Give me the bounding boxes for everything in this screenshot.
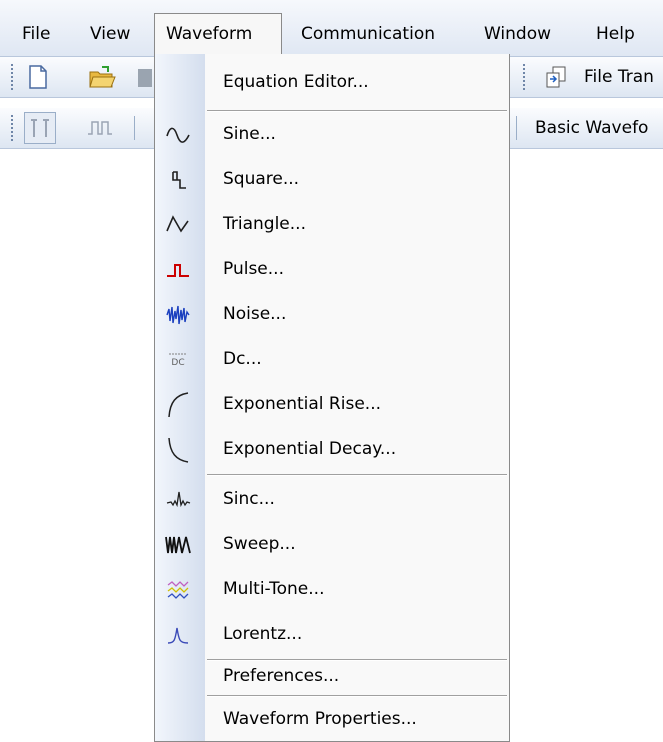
menu-item-multi-tone[interactable]: Multi-Tone... (155, 567, 509, 612)
exponential-decay-icon (159, 431, 197, 469)
menu-item-label: Square... (223, 169, 300, 189)
open-folder-button[interactable] (86, 61, 118, 93)
menu-item-label: Pulse... (223, 259, 284, 279)
sinc-icon (159, 481, 197, 519)
sweep-icon (159, 526, 197, 564)
menu-item-pulse[interactable]: Pulse... (155, 247, 509, 292)
open-folder-icon (89, 66, 116, 88)
new-document-button[interactable] (22, 61, 54, 93)
menu-item-exponential-rise[interactable]: Exponential Rise... (155, 382, 509, 427)
triangle-wave-icon (159, 206, 197, 244)
pulse-train-icon (88, 121, 112, 135)
menu-bar: File View Waveform Communication Window … (0, 0, 663, 57)
menu-item-label: Preferences... (223, 666, 340, 686)
waveform-menu: Equation Editor... Sine... Square... Tri… (154, 54, 510, 742)
menu-item-label: Sweep... (223, 534, 296, 554)
menu-item-label: Exponential Decay... (223, 439, 397, 459)
menu-item-preferences[interactable]: Preferences... (155, 644, 509, 689)
menu-file[interactable]: File (20, 20, 52, 48)
menu-item-label: Waveform Properties... (223, 709, 417, 729)
menu-item-label: Exponential Rise... (223, 394, 381, 414)
save-button[interactable] (134, 61, 156, 93)
menu-item-sweep[interactable]: Sweep... (155, 522, 509, 567)
menu-item-equation-editor[interactable]: Equation Editor... (155, 60, 509, 105)
menu-item-label: Noise... (223, 304, 287, 324)
menu-item-label: Triangle... (223, 214, 306, 234)
toolbar-separator (134, 116, 135, 140)
file-transfer-icon (546, 66, 566, 88)
menu-separator (207, 110, 507, 112)
menu-waveform[interactable]: Waveform (154, 13, 282, 55)
pulse-train-button[interactable] (84, 112, 116, 144)
menu-communication[interactable]: Communication (299, 20, 437, 48)
dc-icon: DC (159, 341, 197, 379)
menu-separator (207, 695, 507, 697)
exponential-rise-icon (159, 386, 197, 424)
menu-item-label: Multi-Tone... (223, 579, 325, 599)
svg-text:DC: DC (171, 358, 184, 368)
save-icon (138, 69, 152, 87)
menu-item-triangle[interactable]: Triangle... (155, 202, 509, 247)
menu-item-label: Sinc... (223, 489, 275, 509)
new-document-icon (29, 65, 47, 89)
toolbar-grip-3[interactable] (10, 114, 15, 142)
basic-waveform-label[interactable]: Basic Wavefo (535, 108, 648, 148)
menu-view[interactable]: View (88, 20, 132, 48)
menu-item-sine[interactable]: Sine... (155, 112, 509, 157)
marker-tool-icon (31, 119, 49, 137)
menu-item-label: Sine... (223, 124, 276, 144)
square-wave-icon (159, 161, 197, 199)
menu-window[interactable]: Window (482, 20, 553, 48)
toolbar-grip-2[interactable] (522, 63, 527, 91)
menu-item-exponential-decay[interactable]: Exponential Decay... (155, 427, 509, 472)
menu-item-square[interactable]: Square... (155, 157, 509, 202)
marker-tool-button[interactable] (24, 112, 56, 144)
menu-item-label: Dc... (223, 349, 262, 369)
menu-item-label: Equation Editor... (223, 72, 369, 92)
menu-item-waveform-properties[interactable]: Waveform Properties... (155, 697, 509, 742)
toolbar-grip[interactable] (10, 63, 15, 91)
file-transfer-button[interactable] (540, 61, 572, 93)
pulse-icon (159, 251, 197, 289)
file-transfer-label[interactable]: File Tran (584, 57, 654, 97)
menu-item-dc[interactable]: DC Dc... (155, 337, 509, 382)
menu-item-noise[interactable]: Noise... (155, 292, 509, 337)
toolbar-separator-2 (516, 116, 517, 140)
multi-tone-icon (159, 571, 197, 609)
menu-separator (207, 474, 507, 476)
noise-icon (159, 296, 197, 334)
sine-icon (159, 116, 197, 154)
menu-help[interactable]: Help (594, 20, 637, 48)
menu-item-sinc[interactable]: Sinc... (155, 477, 509, 522)
